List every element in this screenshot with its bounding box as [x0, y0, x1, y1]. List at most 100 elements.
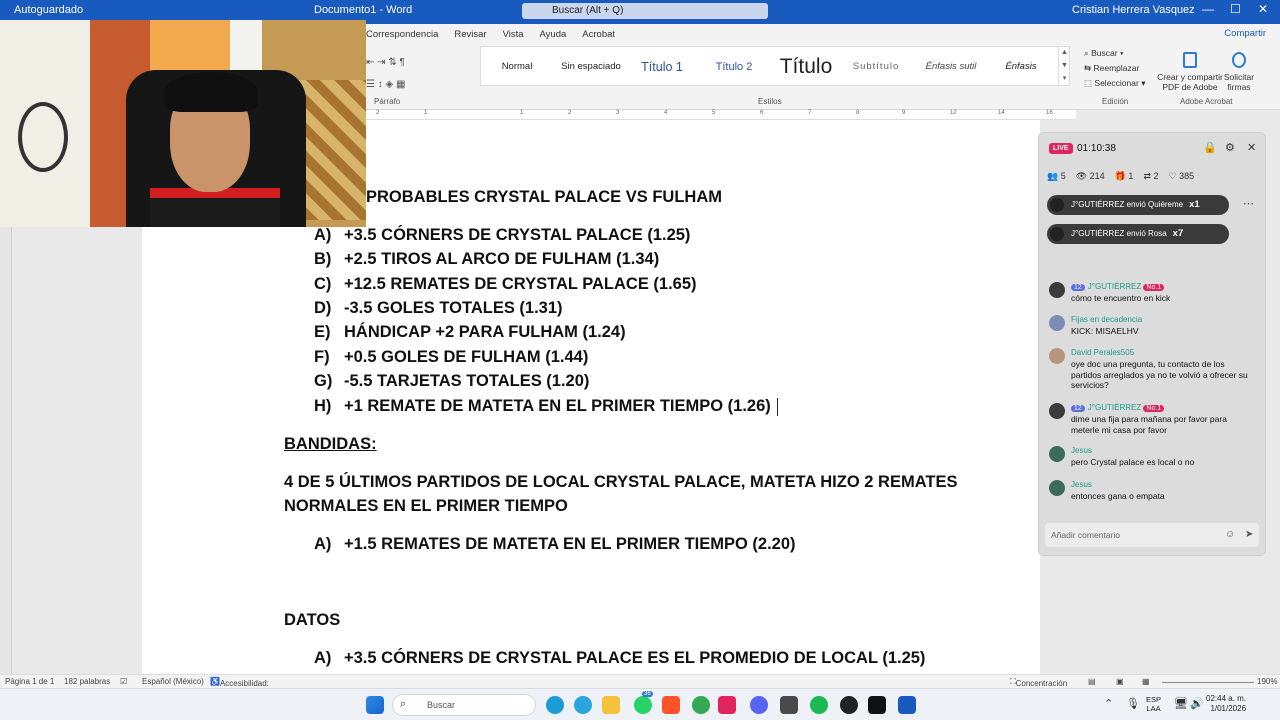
page-count[interactable]: Página 1 de 1	[5, 677, 54, 686]
streamer-hair	[164, 72, 258, 112]
style-titulo-2[interactable]: Título 2	[701, 47, 767, 87]
web-layout-icon[interactable]: ▦	[1142, 677, 1150, 686]
maximize-icon[interactable]: ☐	[1230, 2, 1241, 16]
list-item-letter: A)	[314, 226, 332, 244]
list-item-text: +1 REMATE DE MATETA EN EL PRIMER TIEMPO …	[344, 397, 778, 416]
clock[interactable]: 02:44 a. m. 1/01/2026	[1206, 694, 1246, 714]
avatar	[1049, 403, 1065, 419]
edge-icon[interactable]	[546, 696, 564, 714]
share-button[interactable]: Compartir	[1224, 28, 1266, 39]
group-edicion: Edición	[1102, 97, 1129, 106]
chrome-icon[interactable]	[692, 696, 710, 714]
file-explorer-icon[interactable]	[602, 696, 620, 714]
autosave-label[interactable]: Autoguardado	[14, 4, 83, 16]
text-cursor	[776, 397, 778, 416]
tab-ayuda[interactable]: Ayuda	[540, 26, 583, 44]
list-item-letter: B)	[314, 250, 332, 268]
lock-icon[interactable]: 🔒	[1203, 141, 1217, 154]
horizontal-ruler[interactable]: 2 1 1 2 3 4 5 6 7 8 9 12 14 16	[366, 110, 1076, 120]
bandidas-title: BANDIDAS:	[284, 435, 377, 453]
indent-icons[interactable]: ⇤ ⇥ ⇅ ¶	[366, 52, 476, 74]
style-titulo[interactable]: Título	[771, 47, 841, 87]
spacing-icons[interactable]: ☰ ↕ ◈ ▦	[366, 74, 476, 96]
typora-icon[interactable]	[718, 696, 736, 714]
ruler-number: 1	[520, 110, 524, 116]
obs-icon[interactable]	[840, 696, 858, 714]
tab-correspondencia[interactable]: Correspondencia	[366, 26, 454, 44]
avatar	[1049, 480, 1065, 496]
bandidas-line-2: NORMALES EN EL PRIMER TIEMPO	[284, 497, 568, 515]
emoji-icon[interactable]: ☺	[1225, 529, 1235, 540]
windows-start-icon[interactable]	[366, 696, 384, 714]
word-count[interactable]: 182 palabras	[64, 677, 110, 686]
read-mode-icon[interactable]: ▤	[1088, 677, 1096, 686]
whatsapp-icon[interactable]	[634, 696, 652, 714]
select-button[interactable]: ⬚ Seleccionar ▾	[1084, 76, 1145, 91]
word-icon[interactable]	[898, 696, 916, 714]
style-enfasis-sutil[interactable]: Énfasis sutil	[915, 47, 987, 87]
views-stat: 👁 214	[1075, 171, 1105, 181]
focus-mode[interactable]: ⛶ Concentración	[1010, 677, 1067, 688]
tab-acrobat[interactable]: Acrobat	[582, 26, 631, 44]
fan	[18, 102, 68, 172]
list-item-letter: F)	[314, 348, 330, 366]
style-normal[interactable]: Normal	[489, 47, 545, 87]
spotify-icon[interactable]	[810, 696, 828, 714]
tab-revisar[interactable]: Revisar	[454, 26, 502, 44]
title-search-box[interactable]: Buscar (Alt + Q)	[522, 3, 768, 19]
input-language[interactable]: ESP LAA	[1146, 695, 1161, 713]
minimize-icon[interactable]: —	[1202, 2, 1214, 16]
live-timer: 01:10:38	[1077, 143, 1116, 154]
search-icon: ⌕	[400, 698, 407, 710]
proofing-icon[interactable]: ☑	[120, 677, 127, 686]
signature-icon	[1232, 52, 1246, 68]
send-icon[interactable]: ➤	[1245, 529, 1253, 540]
brave-icon[interactable]	[662, 696, 680, 714]
create-pdf-button[interactable]: Crear y compartir PDF de Adobe	[1156, 52, 1224, 92]
ruler-number: 9	[902, 110, 906, 116]
microphone-icon[interactable]: 🎙	[1126, 697, 1140, 710]
zoom-slider[interactable]	[1162, 682, 1254, 683]
shirt	[150, 188, 280, 227]
calculator-icon[interactable]	[780, 696, 798, 714]
tiktok-icon[interactable]	[868, 696, 886, 714]
accessibility-status[interactable]: ♿ Accesibilidad: todo correcto	[210, 677, 269, 697]
shares-stat: ⇄ 2	[1143, 171, 1159, 181]
style-sin-espaciado[interactable]: Sin espaciado	[551, 47, 631, 87]
list-item-letter: A)	[314, 535, 332, 553]
group-parrafo: Párrafo	[374, 97, 401, 106]
volume-icon[interactable]: 🔊	[1190, 697, 1204, 710]
more-icon[interactable]: ⋯	[1243, 197, 1254, 210]
list-item-text: +1.5 REMATES DE MATETA EN EL PRIMER TIEM…	[344, 535, 796, 553]
list-item-letter: E)	[314, 323, 331, 341]
tray-chevron-icon[interactable]: ⌃	[1104, 697, 1113, 710]
ruler-number: 3	[616, 110, 620, 116]
replace-button[interactable]: ⇆ Reemplazar	[1084, 61, 1145, 76]
settings-icon[interactable]: ⚙	[1225, 141, 1235, 154]
user-name[interactable]: Cristian Herrera Vasquez	[1072, 4, 1195, 16]
network-icon[interactable]: 🖥	[1174, 697, 1188, 710]
print-layout-icon[interactable]: ▣	[1116, 677, 1124, 686]
style-enfasis[interactable]: Énfasis	[993, 47, 1049, 87]
style-titulo-1[interactable]: Título 1	[631, 47, 693, 87]
zoom-level[interactable]: 190%	[1257, 677, 1277, 686]
close-icon[interactable]: ✕	[1258, 2, 1268, 16]
bandidas-line-1: 4 DE 5 ÚLTIMOS PARTIDOS DE LOCAL CRYSTAL…	[284, 473, 958, 491]
language-indicator[interactable]: Español (México)	[142, 677, 204, 686]
list-item-text: +3.5 CÓRNERS DE CRYSTAL PALACE ES EL PRO…	[344, 649, 926, 667]
styles-scroll[interactable]: ▲ ▼ ▾	[1058, 46, 1070, 86]
telegram-icon[interactable]	[574, 696, 592, 714]
taskbar-search[interactable]: Buscar	[392, 694, 536, 716]
find-button[interactable]: ⌕ Buscar ▾	[1084, 46, 1145, 61]
taskbar: Buscar ⌕ 36 ⌃ 🎙 ESP LAA 🖥 🔊 02:44 a. m. 1/…	[0, 688, 1280, 720]
request-signatures-button[interactable]: Solicitar firmas	[1222, 52, 1256, 92]
discord-icon[interactable]	[750, 696, 768, 714]
close-icon[interactable]: ✕	[1247, 141, 1256, 154]
ruler-number: 6	[760, 110, 764, 116]
gift-notification: J°GUTIÉRREZ envió Quiéreme x1	[1047, 195, 1229, 215]
style-subtitulo[interactable]: Subtítulo	[843, 47, 909, 87]
ruler-number: 14	[998, 110, 1005, 116]
live-badge: LIVE	[1049, 143, 1073, 154]
tab-vista[interactable]: Vista	[503, 26, 540, 44]
editing-tools: ⌕ Buscar ▾ ⇆ Reemplazar ⬚ Seleccionar ▾	[1084, 46, 1145, 91]
